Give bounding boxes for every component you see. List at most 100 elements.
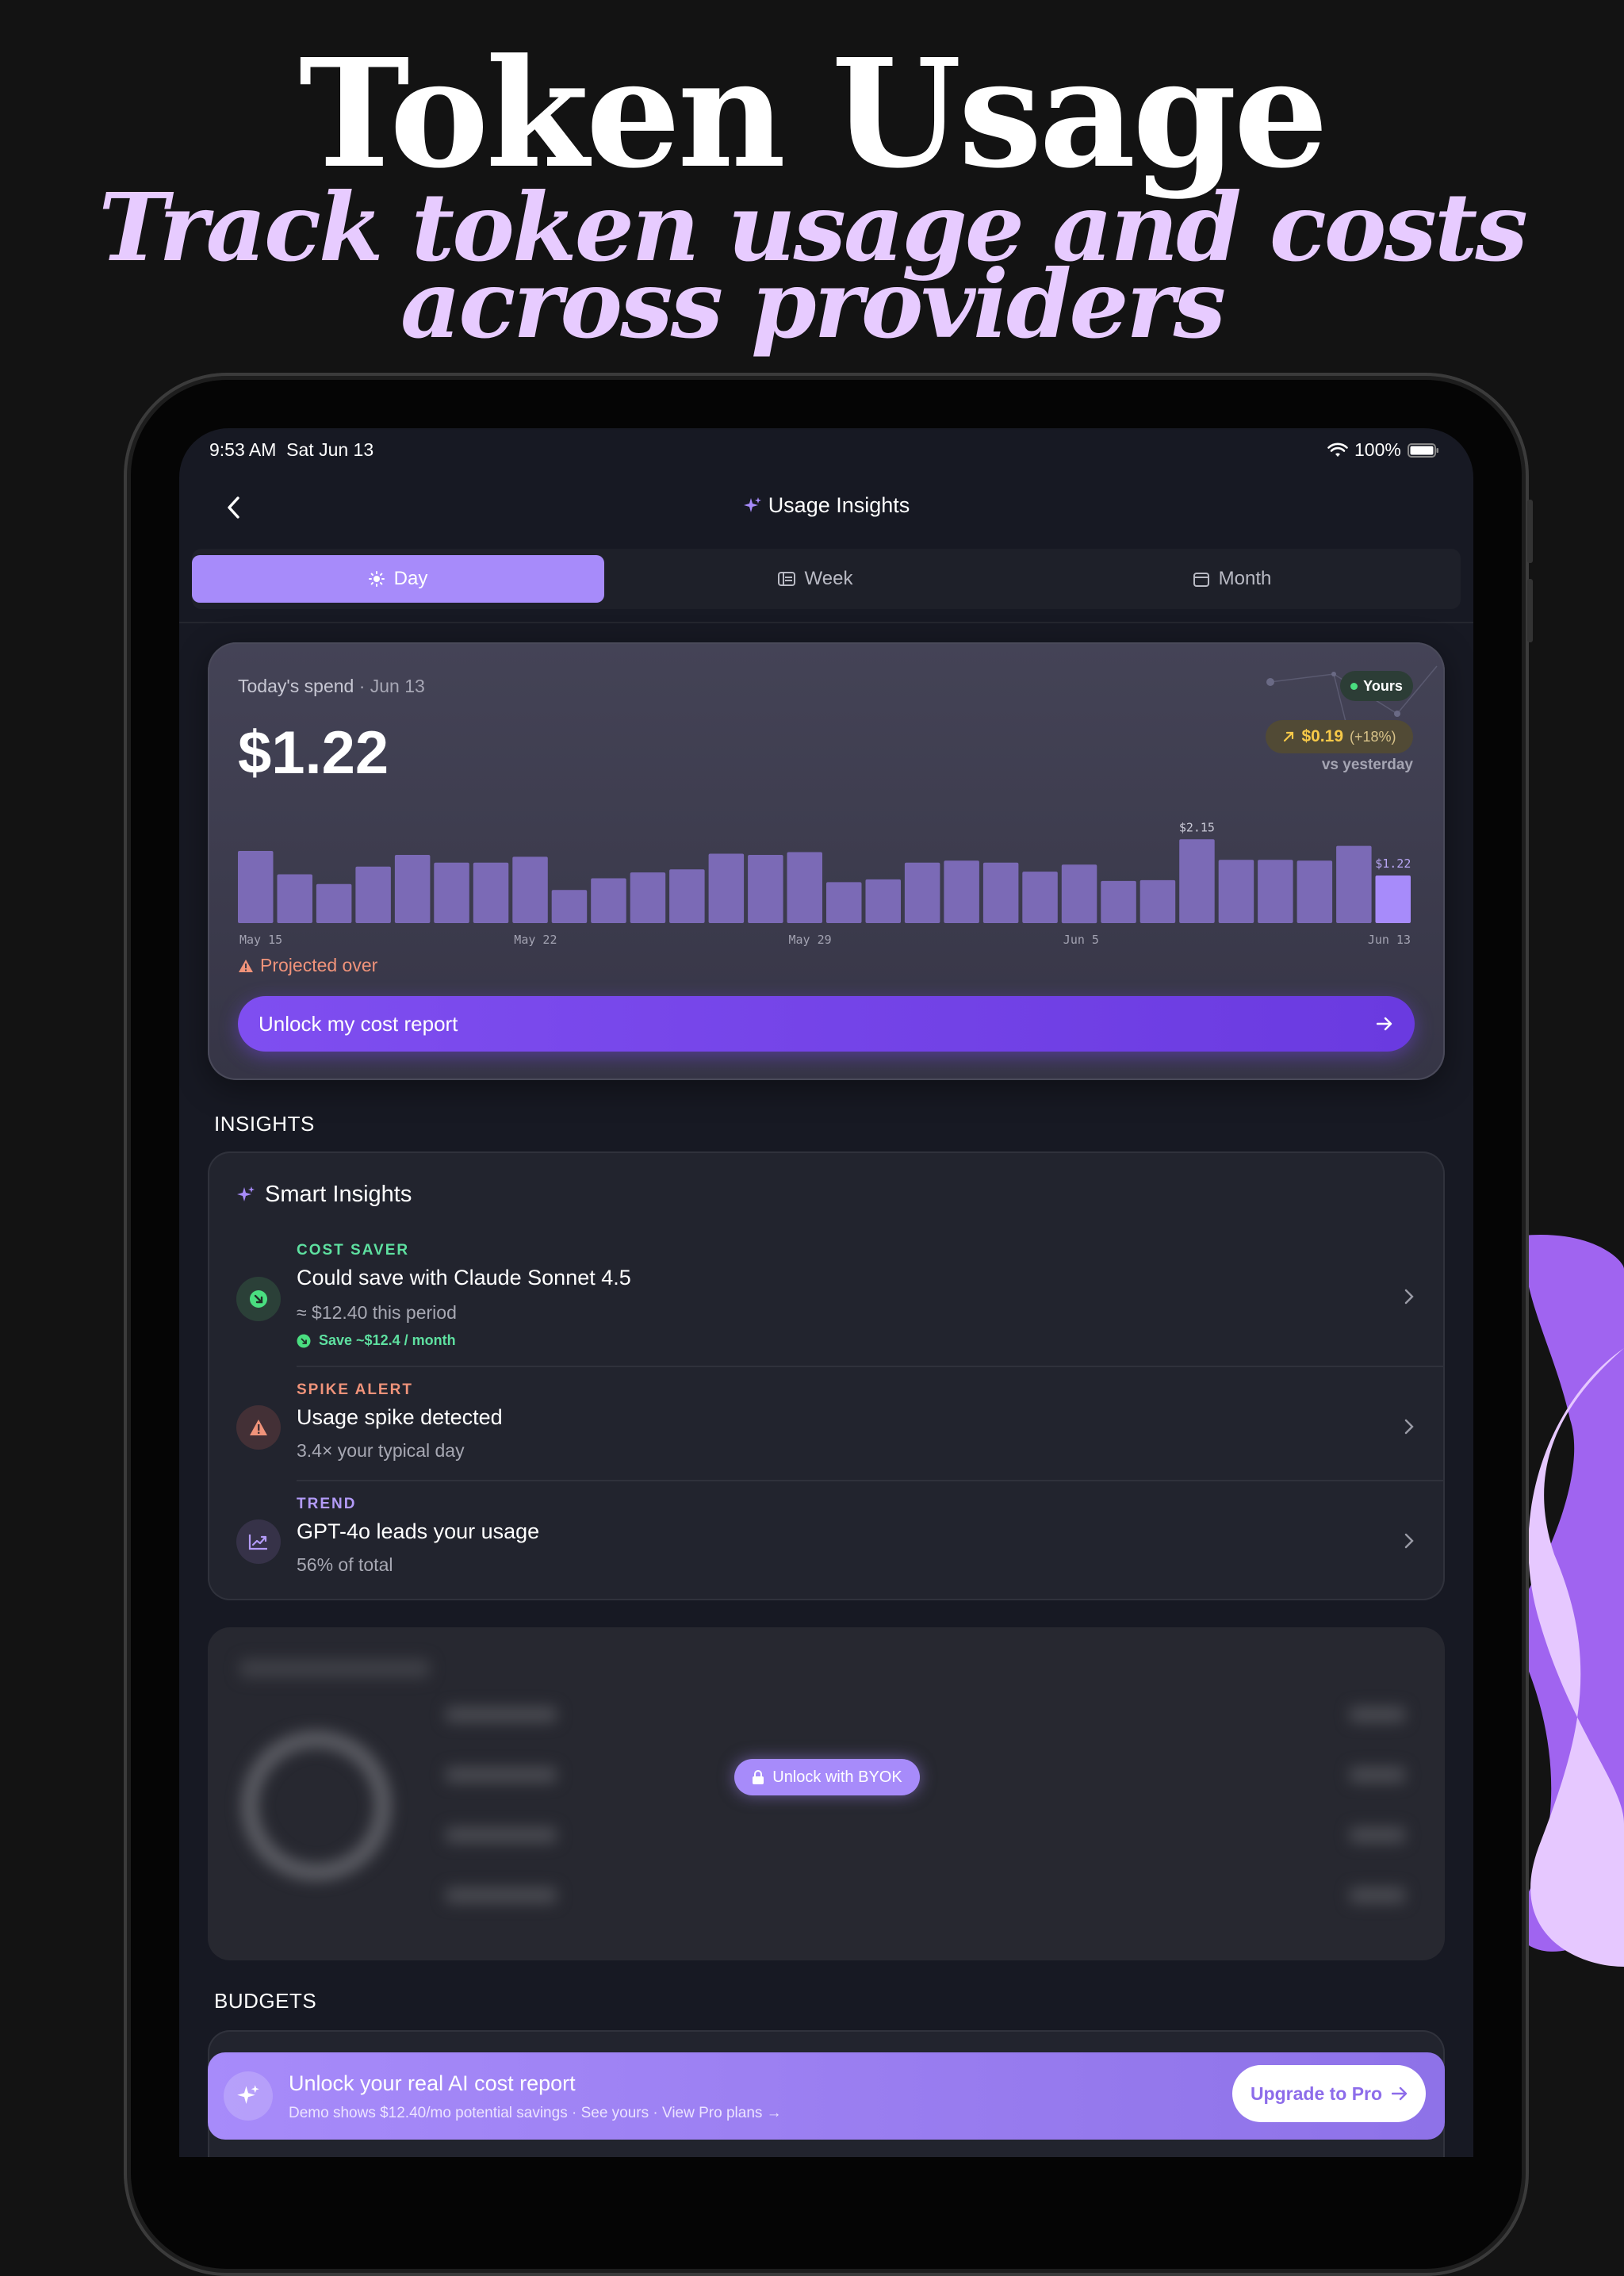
nav-title: Usage Insights	[179, 493, 1473, 518]
bar-data-label: $2.15	[1179, 820, 1215, 834]
bar-day-13	[708, 853, 745, 923]
bar-day-18	[904, 862, 940, 923]
x-tick-label: May 29	[789, 933, 832, 947]
volume-up-button	[1527, 500, 1533, 563]
save-per-month-note: Save ~$12.4 / month	[297, 1332, 456, 1349]
bar-day-11	[630, 872, 666, 923]
battery-icon	[1407, 443, 1438, 458]
trend-chart-icon	[248, 1535, 267, 1550]
bar-day-4	[355, 866, 391, 923]
delta-badge: $0.19 (+18%)	[1266, 720, 1413, 753]
smart-insights-title: Smart Insights	[236, 1182, 412, 1208]
lock-icon	[753, 1770, 764, 1784]
sun-icon	[368, 571, 385, 587]
bar-day-12	[669, 869, 705, 923]
chevron-right-icon	[1404, 1289, 1414, 1305]
bar-day-2	[277, 874, 312, 923]
cost-saver-icon	[236, 1277, 281, 1321]
chevron-right-icon	[1404, 1533, 1414, 1549]
bar-day-20	[982, 862, 1019, 923]
tab-day[interactable]: Day	[192, 555, 604, 603]
arrow-up-right-icon	[1284, 731, 1294, 742]
chevron-right-icon	[1404, 1419, 1414, 1435]
insights-section-label: INSIGHTS	[214, 1112, 315, 1136]
x-tick-label: Jun 5	[1063, 933, 1099, 947]
yours-badge: Yours	[1340, 671, 1413, 701]
insight-row-trend[interactable]: TREND GPT-4o leads your usage 56% of tot…	[208, 1491, 1445, 1594]
bar-day-15	[787, 852, 822, 923]
insight-row-cost-saver[interactable]: COST SAVER Could save with Claude Sonnet…	[208, 1231, 1445, 1362]
smart-insights-card: Smart Insights COST SAVER Could save wit…	[208, 1151, 1445, 1600]
promo-sparkle-icon	[224, 2071, 273, 2121]
app-screen: 9:53 AM Sat Jun 13 100% Usage Insights D…	[179, 428, 1473, 2157]
upgrade-promo-banner: Unlock your real AI cost report Demo sho…	[208, 2052, 1445, 2140]
spike-alert-icon	[236, 1405, 281, 1450]
calendar-icon	[1193, 573, 1209, 587]
arrow-right-icon	[1392, 2086, 1408, 2101]
x-tick-label: May 22	[514, 933, 557, 947]
bar-day-19	[944, 860, 979, 923]
green-dot-icon	[1350, 682, 1358, 690]
bar-day-28	[1297, 860, 1333, 923]
unlock-byok-button[interactable]: Unlock with BYOK	[734, 1759, 920, 1795]
warning-icon	[250, 1420, 267, 1435]
tab-week[interactable]: Week	[609, 555, 1021, 603]
sparkle-icon	[743, 497, 761, 512]
insight-row-spike-alert[interactable]: SPIKE ALERT Usage spike detected 3.4× yo…	[208, 1377, 1445, 1480]
promo-title: Unlock your real AI cost report	[289, 2071, 576, 2095]
x-tick-label: Jun 13	[1368, 933, 1411, 947]
hero-subtitle-line2: across providers	[400, 249, 1226, 359]
sparkle-icon	[237, 1186, 255, 1201]
bar-day-22	[1061, 864, 1097, 924]
battery-percent: 100%	[1354, 439, 1401, 460]
bar-day-10	[591, 878, 626, 923]
bar-day-23	[1101, 880, 1136, 923]
period-segmented-control: Day Week Month	[192, 549, 1461, 609]
volume-down-button	[1527, 579, 1533, 642]
hero-title: Token Usage	[298, 26, 1328, 201]
status-right: 100%	[1327, 439, 1439, 461]
spend-label: Today's spend · Jun 13	[238, 676, 425, 696]
budgets-section-label: BUDGETS	[214, 1989, 317, 2013]
bar-day-8	[512, 856, 548, 923]
daily-spend-bar-chart: $2.15 $1.22 May 15 May 22 May 29 Jun 5 Jun 13	[238, 820, 1411, 947]
bar-day-1	[238, 851, 274, 923]
insight-divider	[297, 1480, 1445, 1481]
insight-divider	[297, 1366, 1445, 1367]
status-time: 9:53 AM Sat Jun 13	[209, 439, 374, 460]
savings-check-icon	[297, 1334, 311, 1347]
spend-amount: $1.22	[238, 719, 389, 787]
bar-day-30	[1375, 876, 1411, 923]
bar-day-7	[473, 862, 509, 923]
wifi-icon	[1327, 443, 1348, 457]
x-tick-label: May 15	[239, 933, 282, 947]
bar-day-21	[1022, 872, 1058, 923]
delta-caption: vs yesterday	[1321, 757, 1413, 773]
tab-month[interactable]: Month	[1026, 555, 1438, 603]
bar-day-6	[434, 862, 469, 923]
nav-divider	[179, 622, 1473, 623]
bar-day-26	[1218, 860, 1254, 923]
bar-day-14	[748, 855, 783, 923]
sparkle-icon	[237, 2085, 259, 2104]
todays-spend-card: Today's spend · Jun 13 $1.22 Yours $0.19…	[208, 642, 1445, 1080]
upgrade-to-pro-button[interactable]: Upgrade to Pro	[1232, 2065, 1426, 2122]
arrow-right-icon	[1377, 1017, 1392, 1031]
bar-day-24	[1139, 879, 1176, 923]
warning-icon	[239, 959, 253, 972]
bar-data-label: $1.22	[1375, 856, 1411, 871]
projected-warning: Projected over	[238, 955, 377, 976]
list-calendar-icon	[777, 572, 795, 586]
bar-day-5	[394, 855, 431, 923]
arrow-down-right-icon	[250, 1290, 267, 1308]
bar-day-25	[1179, 839, 1215, 923]
unlock-cost-report-button[interactable]: Unlock my cost report	[238, 996, 1415, 1052]
bar-day-29	[1336, 845, 1372, 923]
trend-icon	[236, 1519, 281, 1564]
bar-day-16	[826, 882, 862, 923]
bar-day-3	[316, 883, 352, 923]
promo-subtitle: Demo shows $12.40/mo potential savings ·…	[289, 2105, 782, 2121]
bar-day-17	[865, 879, 901, 923]
bar-day-9	[551, 890, 588, 923]
bar-day-27	[1258, 860, 1293, 923]
